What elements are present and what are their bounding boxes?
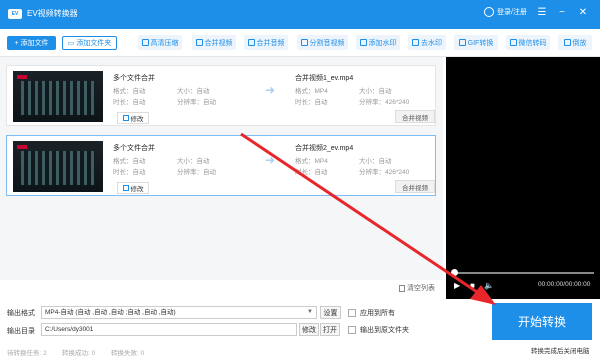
tool-merge-video[interactable]: 合并视频	[192, 35, 236, 50]
file-list: 多个文件合并 格式：自动 大小：自动 时长：自动 分辨率：自动 修改 ➜ 合并视…	[0, 57, 443, 280]
checkbox-icon	[348, 326, 356, 334]
plus-icon: +	[14, 39, 19, 47]
clear-list-button[interactable]: 清空列表	[399, 283, 435, 293]
output-format: 格式：MP4	[295, 88, 328, 95]
seek-bar[interactable]	[452, 272, 594, 274]
tool-add-watermark[interactable]: 添加水印	[356, 35, 400, 50]
output-size: 大小：自动	[359, 88, 392, 95]
minimize-icon[interactable]: −	[555, 6, 569, 20]
format-label: 输出格式	[7, 310, 35, 317]
merge-video-button[interactable]: 合并视频	[395, 110, 435, 123]
menu-icon[interactable]: ☰	[535, 6, 549, 20]
merge-video-icon	[195, 39, 203, 46]
output-settings: 输出格式 MP4-自动 (自动 ,自动 ,自动 ;自动 ,自动 ,自动) ▼ 设…	[0, 299, 600, 361]
file-resolution: 分辨率：自动	[177, 169, 216, 176]
edit-icon	[122, 185, 129, 191]
tool-remove-watermark[interactable]: 去水印	[408, 35, 446, 50]
merge-video-button[interactable]: 合并视频	[395, 180, 435, 193]
file-format: 格式：自动	[113, 158, 146, 165]
remove-watermark-icon	[412, 39, 419, 46]
output-size: 大小：自动	[359, 158, 392, 165]
format-value: MP4-自动 (自动 ,自动 ,自动 ;自动 ,自动 ,自动)	[45, 309, 176, 316]
modify-dir-button[interactable]: 修改	[299, 323, 319, 336]
add-file-button[interactable]: + 添加文件	[7, 36, 56, 50]
open-dir-button[interactable]: 打开	[320, 323, 340, 336]
edit-button[interactable]: 修改	[117, 182, 149, 194]
video-preview: ▶ ■ 🔈 00:00:00/00:00:00	[446, 57, 600, 299]
split-icon	[300, 39, 308, 46]
file-name: 多个文件合并	[113, 145, 155, 152]
tool-wechat[interactable]: 微信转码	[506, 35, 550, 50]
output-to-source-checkbox[interactable]: 输出到原文件夹	[348, 325, 409, 335]
login-label: 登录/注册	[497, 9, 527, 16]
file-card[interactable]: 多个文件合并 格式：自动 大小：自动 时长：自动 分辨率：自动 修改 ➜ 合并视…	[6, 65, 436, 126]
video-thumbnail	[13, 71, 103, 122]
time-display: 00:00:00/00:00:00	[538, 281, 591, 288]
tool-merge-audio[interactable]: 合并音频	[244, 35, 288, 50]
gif-icon	[458, 39, 466, 46]
app-logo: EV	[8, 9, 22, 19]
tool-gif[interactable]: GIF转换	[454, 35, 498, 50]
wechat-icon	[509, 39, 517, 46]
output-file-name: 合并视频2_ev.mp4	[295, 145, 354, 152]
output-resolution: 分辨率：426*240	[359, 99, 410, 106]
success-count: 转换成功: 0	[62, 350, 96, 357]
dir-label: 输出目录	[7, 328, 35, 335]
file-duration: 时长：自动	[113, 99, 146, 106]
checkbox-icon	[348, 309, 356, 317]
add-file-label: 添加文件	[20, 40, 49, 47]
trash-icon	[399, 284, 405, 292]
output-duration: 时长：自动	[295, 99, 328, 106]
tool-hd-compress[interactable]: 高清压缩	[138, 35, 182, 50]
edit-icon	[122, 115, 129, 121]
file-duration: 时长：自动	[113, 169, 146, 176]
reverse-icon	[563, 39, 571, 46]
app-title: EV视频转换器	[27, 9, 78, 18]
toolbar: + 添加文件 ▭ 添加文件夹 高清压缩 合并视频 合并音频 分割音视频 添加水印…	[0, 29, 600, 57]
merge-audio-icon	[247, 39, 255, 46]
file-resolution: 分辨率：自动	[177, 99, 216, 106]
volume-icon[interactable]: 🔈	[484, 281, 494, 290]
close-icon[interactable]: ✕	[576, 6, 590, 20]
stop-icon[interactable]: ■	[470, 281, 475, 290]
failed-count: 转换失败: 0	[111, 350, 145, 357]
video-thumbnail	[13, 141, 103, 192]
chevron-down-icon: ▼	[307, 309, 313, 315]
pending-count: 待转换任务: 2	[7, 350, 47, 357]
watermark-icon	[359, 39, 367, 46]
output-file-name: 合并视频1_ev.mp4	[295, 75, 354, 82]
settings-button[interactable]: 设置	[320, 306, 341, 319]
format-select[interactable]: MP4-自动 (自动 ,自动 ,自动 ;自动 ,自动 ,自动) ▼	[41, 306, 317, 319]
add-folder-label: 添加文件夹	[76, 40, 112, 47]
convert-arrow-icon: ➜	[265, 153, 276, 167]
output-dir-input[interactable]: C:/Users/dy3001	[41, 323, 297, 336]
convert-arrow-icon: ➜	[265, 83, 276, 97]
output-duration: 时长：自动	[295, 169, 328, 176]
start-convert-button[interactable]: 开始转换	[492, 303, 592, 340]
play-icon[interactable]: ▶	[454, 281, 460, 290]
title-bar: EV EV视频转换器 登录/注册 ☰ − ✕	[0, 0, 600, 29]
output-resolution: 分辨率：426*240	[359, 169, 410, 176]
user-icon	[484, 7, 494, 17]
compress-icon	[141, 39, 149, 46]
file-size: 大小：自动	[177, 88, 210, 95]
file-name: 多个文件合并	[113, 75, 155, 82]
folder-icon: ▭	[67, 40, 75, 47]
seek-handle[interactable]	[451, 269, 458, 276]
login-button[interactable]: 登录/注册	[484, 7, 527, 17]
file-format: 格式：自动	[113, 88, 146, 95]
file-card[interactable]: 多个文件合并 格式：自动 大小：自动 时长：自动 分辨率：自动 修改 ➜ 合并视…	[6, 135, 436, 196]
tool-split[interactable]: 分割音视频	[297, 35, 348, 50]
edit-button[interactable]: 修改	[117, 112, 149, 124]
tool-reverse[interactable]: 倒放	[558, 35, 592, 50]
shutdown-after-label: 转换完成后关闭电脑	[531, 348, 590, 355]
output-format: 格式：MP4	[295, 158, 328, 165]
file-size: 大小：自动	[177, 158, 210, 165]
apply-all-checkbox[interactable]: 应用到所有	[348, 308, 395, 318]
add-folder-button[interactable]: ▭ 添加文件夹	[62, 36, 117, 50]
